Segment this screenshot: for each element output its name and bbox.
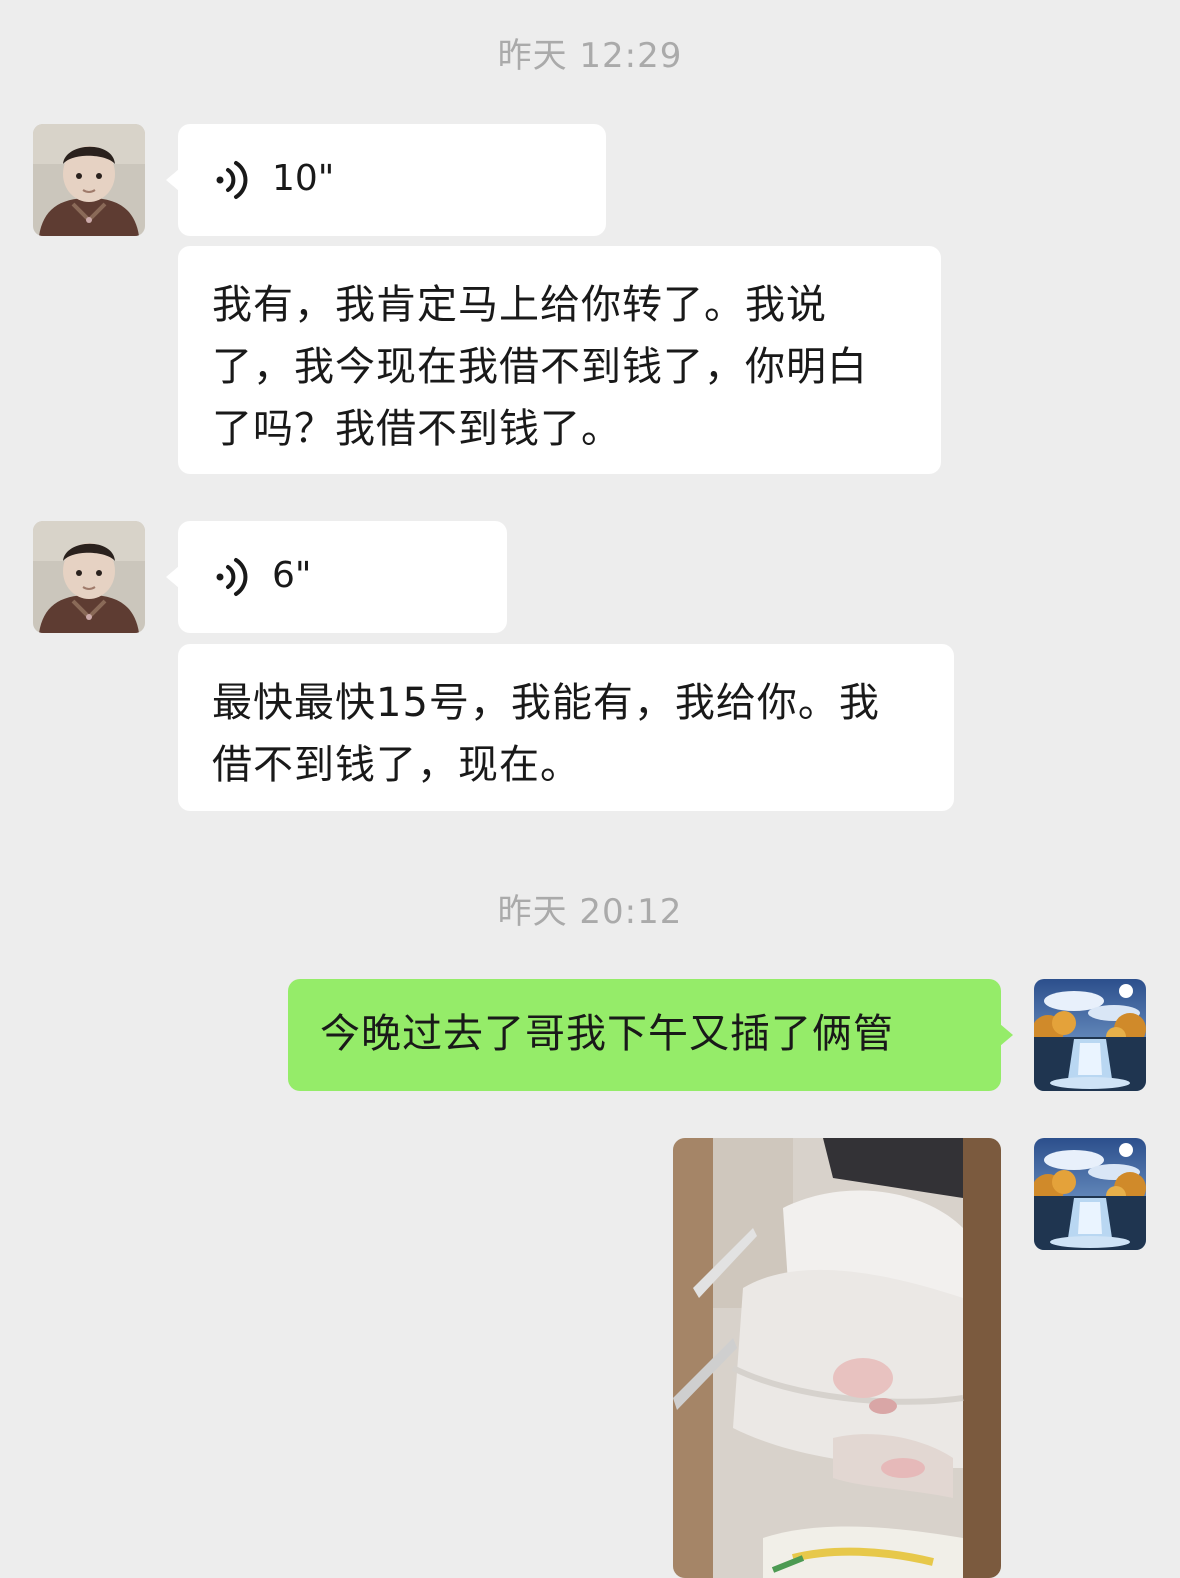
bubble-tail <box>1000 1024 1013 1046</box>
voice-duration: 6" <box>272 555 312 596</box>
message-text: 我有，我肯定马上给你转了。我说了，我今现在我借不到钱了，你明白了吗？我借不到钱了… <box>212 282 868 452</box>
timestamp: 昨天 20:12 <box>497 892 683 932</box>
voice-message[interactable]: 10" <box>166 124 606 236</box>
message-text: 最快最快15号，我能有，我给你。我借不到钱了，现在。 <box>212 680 880 788</box>
timestamp: 昨天 12:29 <box>497 36 683 76</box>
voice-wave-icon <box>216 161 248 199</box>
photo-message[interactable] <box>673 1138 1001 1578</box>
text-message[interactable]: 我有，我肯定马上给你转了。我说了，我今现在我借不到钱了，你明白了吗？我借不到钱了… <box>178 246 941 474</box>
contact-avatar[interactable] <box>33 124 145 236</box>
message-text: 今晚过去了哥我下午又插了俩管 <box>320 1011 894 1057</box>
voice-wave-icon <box>216 558 248 596</box>
voice-duration: 10" <box>272 158 335 199</box>
user-avatar[interactable] <box>1034 979 1146 1091</box>
bubble-tail <box>166 169 179 191</box>
user-avatar[interactable] <box>1034 1138 1146 1250</box>
text-message[interactable]: 最快最快15号，我能有，我给你。我借不到钱了，现在。 <box>178 644 954 811</box>
bubble-tail <box>166 566 179 588</box>
voice-message[interactable]: 6" <box>166 521 507 633</box>
contact-avatar[interactable] <box>33 521 145 633</box>
outgoing-text-message[interactable]: 今晚过去了哥我下午又插了俩管 <box>288 979 1013 1091</box>
hospital-bed-photo <box>673 1138 1001 1578</box>
